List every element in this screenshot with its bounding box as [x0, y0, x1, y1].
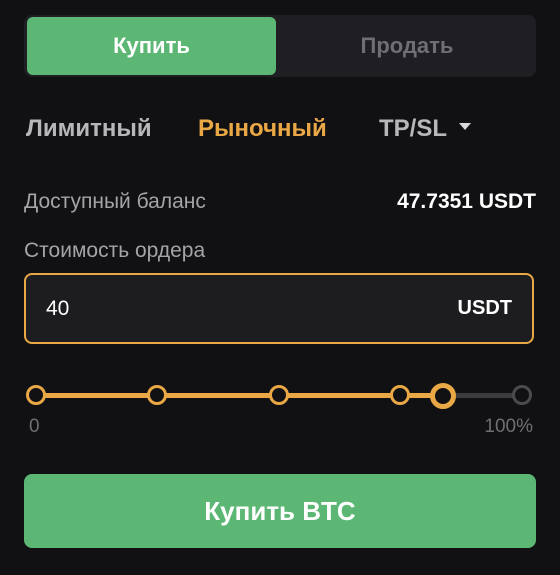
buy-tab[interactable]: Купить: [27, 17, 276, 75]
slider-thumb[interactable]: [430, 383, 456, 409]
order-cost-input[interactable]: 40 USDT: [24, 273, 534, 344]
amount-slider[interactable]: [24, 380, 536, 414]
tab-tpsl-label: TP/SL: [379, 115, 448, 142]
slider-step-50[interactable]: [269, 385, 289, 405]
tab-market[interactable]: Рыночный: [198, 110, 327, 148]
buy-btc-button[interactable]: Купить BTC: [24, 474, 536, 548]
order-cost-unit: USDT: [457, 297, 512, 319]
slider-min-label: 0: [29, 416, 40, 437]
slider-step-25[interactable]: [147, 385, 167, 405]
sell-tab[interactable]: Продать: [280, 17, 534, 75]
side-toggle: Купить Продать: [24, 15, 536, 77]
slider-step-75[interactable]: [390, 385, 410, 405]
slider-fill: [37, 393, 444, 398]
available-balance-row: Доступный баланс 47.7351 USDT: [24, 186, 536, 218]
slider-step-100[interactable]: [512, 385, 532, 405]
order-cost-label: Стоимость ордера: [24, 239, 206, 262]
order-type-tabs: Лимитный Рыночный TP/SL: [24, 110, 536, 148]
slider-max-label: 100%: [484, 416, 533, 437]
available-balance-label: Доступный баланс: [24, 190, 206, 213]
order-cost-value[interactable]: 40: [46, 275, 69, 342]
slider-step-0[interactable]: [26, 385, 46, 405]
tab-limit[interactable]: Лимитный: [26, 110, 152, 148]
caret-down-icon: [459, 123, 472, 131]
available-balance-value: 47.7351 USDT: [397, 190, 536, 213]
tab-tpsl-dropdown[interactable]: TP/SL: [379, 110, 472, 148]
